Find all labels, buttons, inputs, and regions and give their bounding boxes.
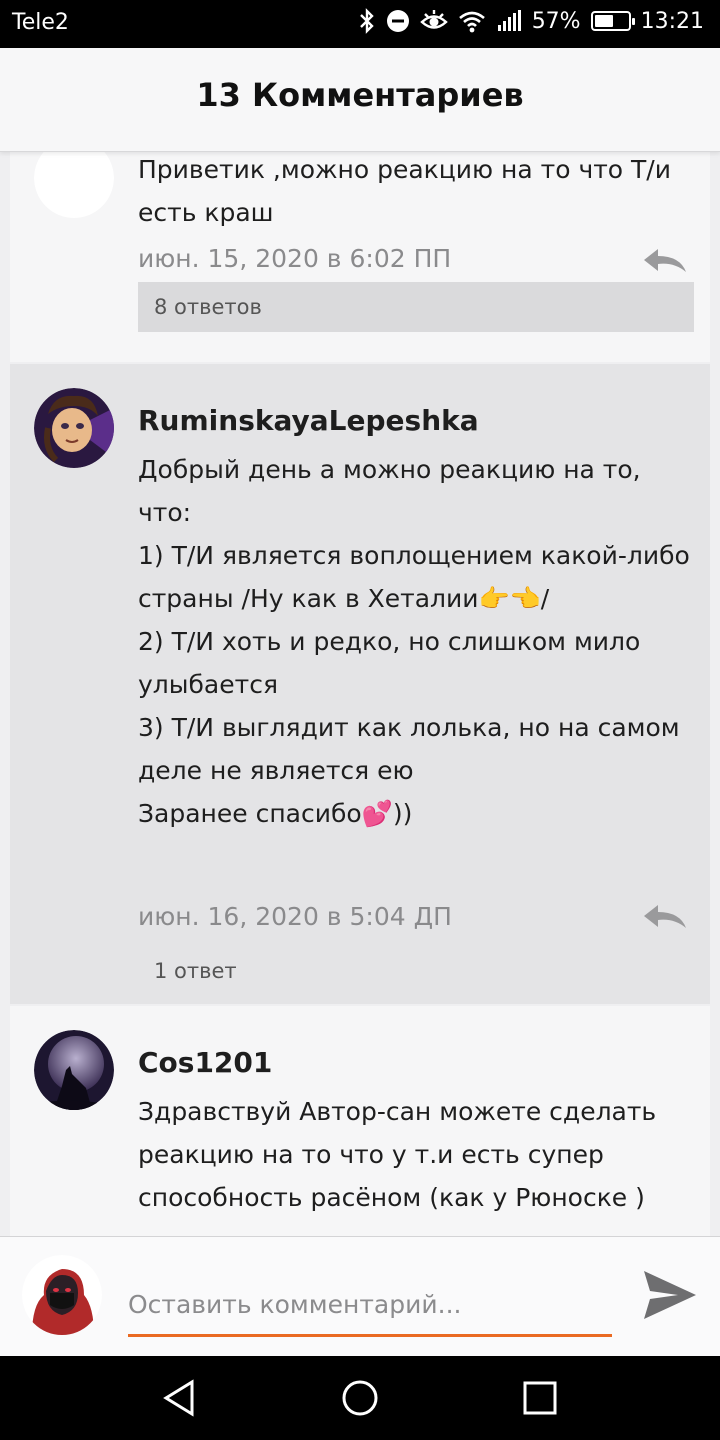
reply-icon[interactable] — [642, 902, 688, 932]
eye-comfort-icon — [419, 10, 448, 29]
wifi-icon — [458, 11, 485, 33]
comment-text: Добрый день а можно реакцию на то, что: … — [138, 455, 690, 828]
battery-percent: 57% — [531, 8, 581, 34]
comment-input[interactable] — [128, 1275, 612, 1337]
carrier-name: Tele2 — [12, 10, 69, 35]
back-icon[interactable] — [158, 1376, 202, 1420]
avatar[interactable] — [34, 1030, 114, 1110]
signal-icon — [497, 10, 521, 31]
comments-header: 13 Комментариев — [0, 48, 720, 152]
page-title: 13 Комментариев — [196, 76, 524, 114]
current-user-avatar — [22, 1255, 102, 1335]
comment-list[interactable]: Приветик ,можно реакцию на то что Т/и ес… — [0, 152, 720, 1236]
system-navigation-bar — [0, 1356, 720, 1440]
send-icon[interactable] — [640, 1267, 700, 1323]
home-icon[interactable] — [338, 1376, 382, 1420]
comment-item: RuminskayaLepeshka Добрый день а можно р… — [10, 364, 710, 1004]
replies-toggle[interactable]: 1 ответ — [138, 946, 694, 996]
avatar[interactable] — [34, 388, 114, 468]
replies-toggle[interactable]: 8 ответов — [138, 282, 694, 332]
battery-icon — [590, 11, 635, 31]
reply-icon[interactable] — [642, 246, 688, 276]
recents-icon[interactable] — [518, 1376, 562, 1420]
comment-composer — [0, 1236, 720, 1356]
comment-text: Приветик ,можно реакцию на то что Т/и ес… — [138, 155, 671, 227]
comment-date: июн. 15, 2020 в 6:02 ПП — [138, 244, 452, 273]
comment-item: Cos1201 Здравствуй Автор-сан можете сдел… — [10, 1006, 710, 1236]
comment-date: июн. 16, 2020 в 5:04 ДП — [138, 902, 452, 931]
bluetooth-icon — [359, 8, 374, 34]
status-icons: 57% 13:21 — [358, 8, 704, 34]
comment-author[interactable]: RuminskayaLepeshka — [138, 404, 479, 437]
avatar[interactable] — [34, 152, 114, 218]
comment-author[interactable]: Cos1201 — [138, 1046, 272, 1079]
clock: 13:21 — [640, 8, 704, 34]
comment-item: Приветик ,можно реакцию на то что Т/и ес… — [10, 152, 710, 362]
comment-text: Здравствуй Автор-сан можете сделать реак… — [138, 1097, 657, 1212]
status-bar: Tele2 57% 13:21 — [0, 0, 720, 48]
do-not-disturb-icon — [386, 10, 409, 32]
